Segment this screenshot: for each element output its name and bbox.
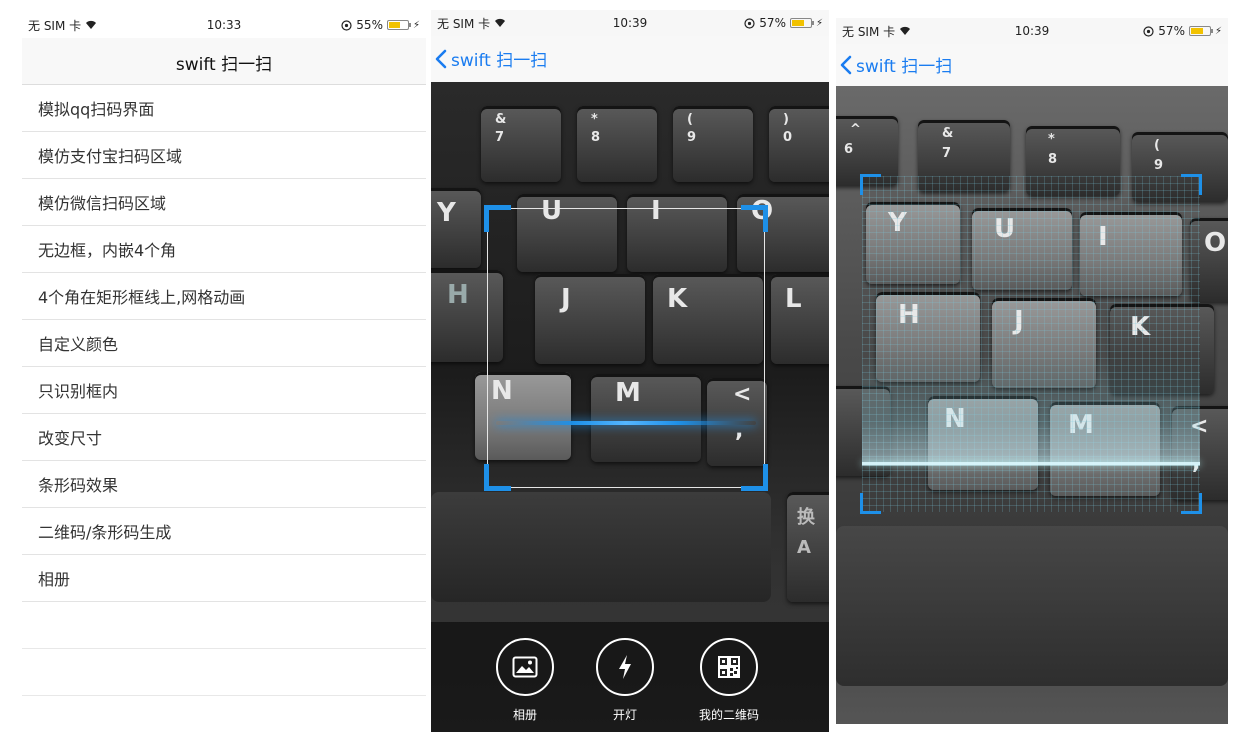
carrier-label: 无 SIM 卡 <box>842 24 896 39</box>
page-title: swift 扫一扫 <box>175 55 273 75</box>
orientation-lock-icon <box>1143 25 1154 37</box>
battery-icon <box>789 18 814 28</box>
back-button[interactable]: swift 扫一扫 <box>840 52 952 77</box>
menu-item-grid-animation[interactable]: 4个角在矩形框线上,网格动画 <box>22 273 426 320</box>
scan-menu-screen: 无 SIM 卡 10:33 55% ⚡ swift 扫一扫 模拟qq扫码界面 模… <box>22 12 426 712</box>
flash-icon <box>619 655 631 679</box>
battery-percent: 55% <box>356 18 383 32</box>
empty-row <box>22 649 426 696</box>
frame-corner <box>484 205 511 232</box>
menu-item-album[interactable]: 相册 <box>22 555 426 602</box>
keyboard-key: & 7 <box>481 106 561 182</box>
wifi-icon <box>495 18 506 27</box>
my-qrcode-label: 我的二维码 <box>698 708 759 722</box>
carrier-label: 无 SIM 卡 <box>437 16 491 31</box>
scan-frame <box>484 205 768 491</box>
battery-icon <box>386 20 411 30</box>
back-button[interactable]: swift 扫一扫 <box>435 46 547 71</box>
grid-scan-screen: 无 SIM 卡 10:39 57% ⚡ swift 扫一扫 ^ 6 & 7 * … <box>836 18 1228 724</box>
wifi-icon <box>900 26 911 35</box>
keyboard-key <box>431 492 771 602</box>
frame-corner <box>484 464 511 491</box>
battery-icon <box>1188 26 1213 36</box>
scan-line <box>862 462 1200 465</box>
scan-frame <box>860 174 1202 514</box>
my-qrcode-button[interactable]: 我的二维码 <box>693 638 765 723</box>
battery-percent: 57% <box>1158 24 1185 38</box>
menu-item-code-generate[interactable]: 二维码/条形码生成 <box>22 508 426 555</box>
charging-icon: ⚡ <box>412 19 420 31</box>
orientation-lock-icon <box>744 17 755 29</box>
empty-row <box>22 602 426 649</box>
navigation-bar: swift 扫一扫 <box>22 38 426 85</box>
status-bar: 无 SIM 卡 10:39 57% ⚡ <box>836 18 1228 44</box>
navigation-bar: swift 扫一扫 <box>431 36 829 83</box>
keyboard-key: * 8 <box>577 106 657 182</box>
menu-item-borderless-corners[interactable]: 无边框，内嵌4个角 <box>22 226 426 273</box>
charging-icon: ⚡ <box>815 17 823 29</box>
album-label: 相册 <box>512 708 537 722</box>
keyboard-key: L <box>771 274 829 364</box>
menu-item-custom-color[interactable]: 自定义颜色 <box>22 320 426 367</box>
frame-corner <box>860 493 881 514</box>
menu-item-qq-scan[interactable]: 模拟qq扫码界面 <box>22 85 426 132</box>
keyboard-key: ) 0 <box>769 106 829 182</box>
frame-corner <box>741 464 768 491</box>
wifi-icon <box>86 20 97 29</box>
photo-icon <box>512 656 538 678</box>
scan-grid-glow <box>862 356 1200 466</box>
menu-item-scan-in-box[interactable]: 只识别框内 <box>22 367 426 414</box>
chevron-left-icon <box>840 55 852 74</box>
qrcode-icon <box>718 656 740 678</box>
scan-toolbar: 相册 开灯 我的二维码 <box>431 622 829 732</box>
frame-corner <box>741 205 768 232</box>
keyboard-key: ( 9 <box>673 106 753 182</box>
camera-preview: & 7 * 8 ( 9 ) 0 Y U I O H J K L N M < , <box>431 82 829 732</box>
frame-corner <box>860 174 881 195</box>
menu-item-wechat-scan[interactable]: 模仿微信扫码区域 <box>22 179 426 226</box>
carrier-label: 无 SIM 卡 <box>28 18 82 33</box>
back-label: swift 扫一扫 <box>451 51 548 71</box>
frame-corner <box>1181 493 1202 514</box>
keyboard-key <box>836 526 1228 686</box>
album-button[interactable]: 相册 <box>493 638 557 723</box>
menu-list: 模拟qq扫码界面 模仿支付宝扫码区域 模仿微信扫码区域 无边框，内嵌4个角 4个… <box>22 85 426 696</box>
charging-icon: ⚡ <box>1214 25 1222 37</box>
flash-label: 开灯 <box>612 708 637 722</box>
status-bar: 无 SIM 卡 10:39 57% ⚡ <box>431 10 829 36</box>
menu-item-barcode[interactable]: 条形码效果 <box>22 461 426 508</box>
scan-line <box>496 421 756 425</box>
camera-preview: ^ 6 & 7 * 8 ( 9 Y U I O H J K N M < , <box>836 86 1228 724</box>
frame-corner <box>1181 174 1202 195</box>
battery-percent: 57% <box>759 16 786 30</box>
chevron-left-icon <box>435 49 447 68</box>
navigation-bar: swift 扫一扫 <box>836 44 1228 87</box>
menu-item-alipay-scan[interactable]: 模仿支付宝扫码区域 <box>22 132 426 179</box>
menu-item-resize[interactable]: 改变尺寸 <box>22 414 426 461</box>
keyboard-key: 换 A <box>787 492 829 602</box>
orientation-lock-icon <box>341 19 352 31</box>
status-bar: 无 SIM 卡 10:33 55% ⚡ <box>22 12 426 38</box>
back-label: swift 扫一扫 <box>856 57 953 77</box>
flash-button[interactable]: 开灯 <box>593 638 657 723</box>
keyboard-key: Y <box>431 188 481 268</box>
qq-scan-screen: 无 SIM 卡 10:39 57% ⚡ swift 扫一扫 & 7 * 8 ( … <box>431 10 829 732</box>
